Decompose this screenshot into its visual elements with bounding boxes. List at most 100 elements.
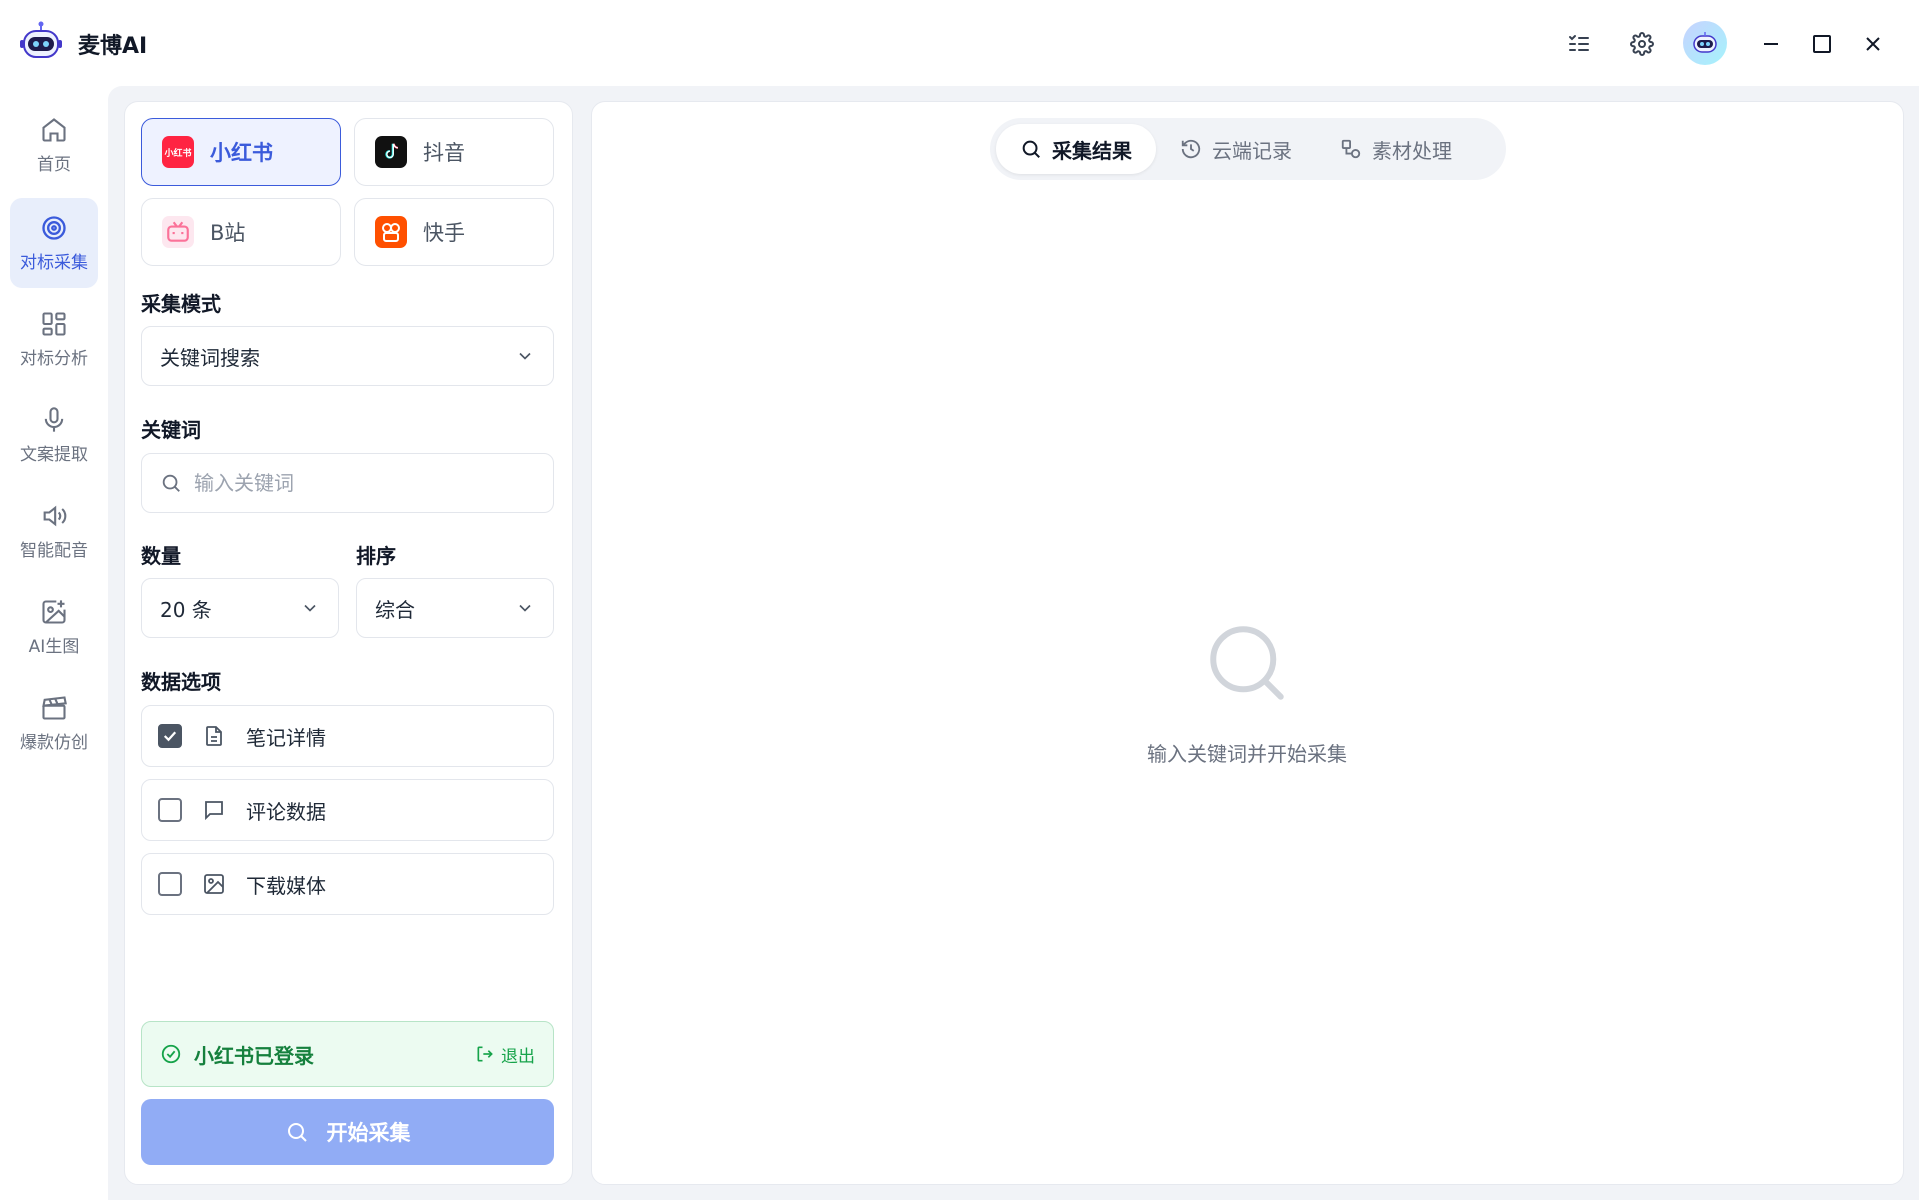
search-icon — [162, 474, 180, 492]
option-download-media[interactable]: 下载媒体 — [141, 853, 554, 915]
check-circle-icon — [161, 1044, 181, 1064]
note-details-checkbox[interactable] — [158, 724, 182, 748]
option-label: 笔记详情 — [246, 725, 326, 750]
platform-kuaishou[interactable]: 快手 — [354, 198, 554, 266]
home-icon — [42, 117, 66, 142]
search-icon — [287, 1123, 307, 1142]
robot-avatar-icon — [1693, 32, 1717, 53]
document-icon — [206, 726, 222, 746]
login-status-box: 小红书已登录 退出 — [141, 1021, 554, 1087]
user-avatar[interactable] — [1683, 21, 1727, 65]
option-comment-data[interactable]: 评论数据 — [141, 779, 554, 841]
tab-material-processing[interactable]: 素材处理 — [1316, 124, 1476, 174]
count-value: 20 条 — [160, 597, 212, 622]
empty-state-text: 输入关键词并开始采集 — [1147, 742, 1347, 766]
nav-item-ai-image[interactable]: AI生图 — [10, 582, 98, 672]
checkmark-icon — [163, 731, 177, 742]
login-status-text: 小红书已登录 — [194, 1043, 314, 1068]
download-media-checkbox[interactable] — [158, 872, 182, 896]
nav-item-benchmark-analysis[interactable]: 对标分析 — [10, 294, 98, 384]
settings-button[interactable] — [1622, 24, 1662, 64]
kuaishou-icon — [375, 216, 407, 248]
platform-label: 抖音 — [423, 141, 465, 165]
nav-label: 对标采集 — [20, 252, 88, 273]
maximize-icon — [1813, 35, 1831, 53]
logout-button[interactable]: 退出 — [475, 1042, 535, 1067]
option-label: 下载媒体 — [246, 873, 326, 898]
speaker-icon — [43, 505, 67, 526]
comment-icon — [205, 801, 223, 821]
checklist-icon — [1569, 35, 1589, 51]
keyword-label: 关键词 — [141, 418, 201, 442]
tab-label: 云端记录 — [1212, 138, 1292, 163]
tab-label: 素材处理 — [1372, 138, 1452, 163]
search-icon — [1022, 140, 1040, 158]
nav-label: 对标分析 — [20, 348, 88, 369]
grid-icon — [42, 311, 66, 336]
close-button[interactable] — [1853, 24, 1893, 64]
options-label: 数据选项 — [141, 670, 221, 694]
chevron-down-icon — [304, 604, 316, 612]
keyword-input[interactable] — [194, 471, 534, 495]
chevron-down-icon — [519, 352, 531, 360]
microphone-icon — [44, 406, 64, 432]
tab-label: 采集结果 — [1052, 138, 1132, 163]
platform-label: B站 — [210, 221, 246, 245]
nav-item-copy-extract[interactable]: 文案提取 — [10, 390, 98, 480]
nav-item-viral-remake[interactable]: 爆款仿创 — [10, 678, 98, 768]
nav-label: 文案提取 — [20, 444, 88, 465]
minimize-button[interactable] — [1751, 24, 1791, 64]
logout-icon — [477, 1046, 493, 1062]
nav-label: 爆款仿创 — [20, 732, 88, 753]
sort-value: 综合 — [375, 597, 415, 622]
count-select[interactable]: 20 条 — [141, 578, 339, 638]
mode-value: 关键词搜索 — [160, 345, 260, 370]
chevron-down-icon — [519, 604, 531, 612]
platform-label: 快手 — [423, 221, 465, 245]
mode-select[interactable]: 关键词搜索 — [141, 326, 554, 386]
platform-bilibili[interactable]: B站 — [141, 198, 341, 266]
robot-logo-icon — [18, 20, 64, 66]
douyin-icon — [375, 136, 407, 168]
nav-item-home[interactable]: 首页 — [10, 100, 98, 190]
nav-item-smart-dubbing[interactable]: 智能配音 — [10, 486, 98, 576]
empty-search-icon — [1210, 626, 1284, 700]
count-label: 数量 — [141, 544, 181, 568]
results-tabs: 采集结果 云端记录 素材处理 — [990, 118, 1506, 180]
gear-icon — [1630, 32, 1654, 56]
xiaohongshu-icon: 小红书 — [162, 136, 194, 168]
history-icon — [1181, 139, 1201, 159]
image-icon — [204, 874, 224, 894]
maximize-button[interactable] — [1802, 24, 1842, 64]
title-bar: 麦博AI — [0, 0, 1919, 86]
close-icon — [1866, 37, 1880, 51]
sort-select[interactable]: 综合 — [356, 578, 554, 638]
keyword-field[interactable] — [141, 453, 554, 513]
nav-item-benchmark-collect[interactable]: 对标采集 — [10, 198, 98, 288]
target-icon — [42, 215, 66, 240]
option-note-details[interactable]: 笔记详情 — [141, 705, 554, 767]
platform-douyin[interactable]: 抖音 — [354, 118, 554, 186]
image-plus-icon — [42, 599, 66, 624]
nav-label: 首页 — [37, 154, 71, 175]
sort-label: 排序 — [356, 544, 396, 568]
mode-label: 采集模式 — [141, 292, 221, 316]
platform-label: 小红书 — [210, 141, 273, 165]
task-list-button[interactable] — [1559, 24, 1599, 64]
nav-label: 智能配音 — [20, 540, 88, 561]
bilibili-icon — [162, 216, 194, 248]
platform-xiaohongshu[interactable]: 小红书 小红书 — [141, 118, 341, 186]
option-label: 评论数据 — [246, 799, 326, 824]
start-button-label: 开始采集 — [326, 1121, 411, 1145]
tab-cloud-records[interactable]: 云端记录 — [1156, 124, 1316, 174]
tab-collect-results[interactable]: 采集结果 — [996, 124, 1156, 174]
nav-label: AI生图 — [28, 636, 80, 657]
shapes-icon — [1341, 139, 1361, 159]
app-title: 麦博AI — [78, 34, 148, 59]
logout-label: 退出 — [501, 1046, 535, 1067]
minimize-icon — [1764, 43, 1778, 45]
comment-data-checkbox[interactable] — [158, 798, 182, 822]
left-navigation: 首页 对标采集 对标分析 文案提取 智能配音 AI生图 爆款仿创 — [0, 86, 108, 1200]
start-collect-button[interactable]: 开始采集 — [141, 1099, 554, 1165]
clapperboard-icon — [42, 695, 67, 720]
